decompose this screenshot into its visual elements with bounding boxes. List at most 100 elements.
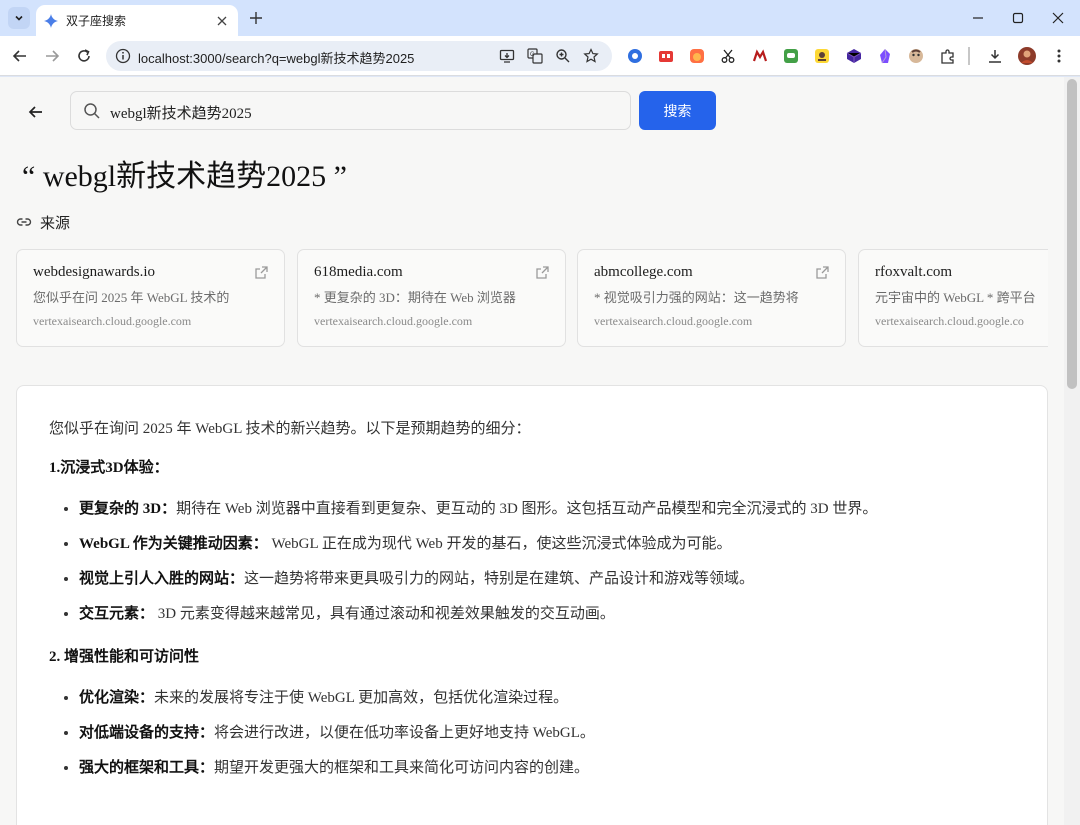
source-card-domain: vertexaisearch.cloud.google.com xyxy=(33,314,192,328)
list-item-text: 3D 元素变得越来越常见，具有通过滚动和视差效果触发的交互动画。 xyxy=(154,606,615,622)
extensions-puzzle-icon[interactable] xyxy=(939,47,957,65)
extension-red-icon[interactable] xyxy=(657,47,675,65)
source-card-title: rfoxvalt.com xyxy=(875,264,953,280)
forward-nav-button[interactable] xyxy=(41,45,63,67)
extension-scissors-icon[interactable] xyxy=(719,47,737,65)
arrow-left-icon xyxy=(28,106,42,118)
list-item-term: 对低端设备的支持： xyxy=(79,725,215,741)
list-item-text: 将会进行改进，以便在低功率设备上更好地支持 WebGL。 xyxy=(214,725,595,741)
title-query: webgl新技术趋势2025 xyxy=(42,160,327,193)
maximize-button[interactable] xyxy=(1008,8,1028,28)
list-item-text: 这一趋势将带来更具吸引力的网站，特别是在建筑、产品设计和游戏等领域。 xyxy=(244,571,755,587)
minimize-icon xyxy=(973,17,983,19)
list-item-text: WebGL 正在成为现代 Web 开发的基石，使这些沉浸式体验成为可能。 xyxy=(267,536,732,552)
source-card-snippet: 您似乎在问 2025 年 WebGL 技术的 xyxy=(33,290,230,305)
arrow-left-icon xyxy=(12,50,26,62)
site-info-icon[interactable] xyxy=(115,48,131,64)
link-icon xyxy=(16,218,32,226)
gemini-sparkle-icon xyxy=(44,13,58,28)
section-2-list: 优化渲染：未来的发展将专注于使 WebGL 更加高效，包括优化渲染过程。 对低端… xyxy=(49,687,1015,779)
source-card-snippet: * 更复杂的 3D：期待在 Web 浏览器 xyxy=(314,290,516,305)
list-item: 优化渲染：未来的发展将专注于使 WebGL 更加高效，包括优化渲染过程。 xyxy=(79,687,1015,709)
external-link-icon[interactable] xyxy=(815,265,830,280)
sources-header: 来源 xyxy=(16,212,70,232)
search-input[interactable]: webgl新技术趋势2025 xyxy=(70,91,631,130)
source-cards: webdesignawards.io 您似乎在问 2025 年 WebGL 技术… xyxy=(16,249,1048,349)
browser-menu-icon[interactable] xyxy=(1050,47,1068,65)
page-title: “ webgl新技术趋势2025 ” xyxy=(22,151,347,195)
extension-orange-icon[interactable] xyxy=(688,47,706,65)
tab-search-button[interactable] xyxy=(8,7,30,29)
install-app-icon[interactable] xyxy=(498,47,516,65)
source-card-snippet: * 视觉吸引力强的网站：这一趋势将 xyxy=(594,290,799,305)
list-item-term: 强大的框架和工具： xyxy=(79,760,215,776)
extension-blue-circle-icon[interactable] xyxy=(626,47,644,65)
extension-purple-cube-icon[interactable] xyxy=(845,47,863,65)
extension-yellow-icon[interactable] xyxy=(813,47,831,65)
download-icon[interactable] xyxy=(986,47,1004,65)
section-heading: 1.沉浸式3D体验： xyxy=(49,457,1015,479)
search-query-text[interactable]: webgl新技术趋势2025 xyxy=(110,102,252,123)
extension-green-chat-icon[interactable] xyxy=(782,47,800,65)
section-1-list: 更复杂的 3D：期待在 Web 浏览器中直接看到更复杂、更互动的 3D 图形。这… xyxy=(49,498,1015,625)
translate-icon[interactable]: G xyxy=(526,47,544,65)
list-item: 强大的框架和工具：期望开发更强大的框架和工具来简化可访问内容的创建。 xyxy=(79,757,1015,779)
reload-button[interactable] xyxy=(73,45,95,67)
tab-bar: 双子座搜索 xyxy=(0,0,1080,36)
list-item-term: 更复杂的 3D： xyxy=(79,501,177,517)
page-content: webgl新技术趋势2025 搜索 “ webgl新技术趋势2025 ” 来源 … xyxy=(0,77,1064,825)
external-link-icon[interactable] xyxy=(254,265,269,280)
tab-title: 双子座搜索 xyxy=(66,14,127,28)
source-card-snippet: 元宇宙中的 WebGL * 跨平台 xyxy=(875,290,1036,305)
answer-intro: 您似乎在询问 2025 年 WebGL 技术的新兴趋势。以下是预期趋势的细分： xyxy=(49,421,531,437)
source-card-title: 618media.com xyxy=(314,264,403,280)
source-card[interactable]: abmcollege.com * 视觉吸引力强的网站：这一趋势将 vertexa… xyxy=(577,249,846,347)
bookmark-star-icon[interactable] xyxy=(582,47,600,65)
zoom-icon[interactable] xyxy=(554,47,572,65)
url-text[interactable]: localhost:3000/search?q=webgl新技术趋势2025 xyxy=(138,48,414,67)
close-icon xyxy=(1052,12,1064,24)
address-bar[interactable]: localhost:3000/search?q=webgl新技术趋势2025 G xyxy=(106,41,612,71)
page-scrollbar[interactable] xyxy=(1064,77,1080,825)
arrow-right-icon xyxy=(46,50,60,62)
list-item-term: 交互元素： xyxy=(79,606,155,622)
source-card[interactable]: 618media.com * 更复杂的 3D：期待在 Web 浏览器 verte… xyxy=(297,249,566,347)
list-item: WebGL 作为关键推动因素： WebGL 正在成为现代 Web 开发的基石，使… xyxy=(79,533,1015,555)
list-item-text: 期望开发更强大的框架和工具来简化可访问内容的创建。 xyxy=(214,760,590,776)
search-button[interactable]: 搜索 xyxy=(639,91,716,130)
extension-obsidian-icon[interactable] xyxy=(876,47,894,65)
section-heading: 2. 增强性能和可访问性 xyxy=(49,646,1015,668)
list-item-term: 优化渲染： xyxy=(79,690,155,706)
back-nav-button[interactable] xyxy=(9,45,31,67)
source-card-domain: vertexaisearch.cloud.google.com xyxy=(594,314,753,328)
profile-avatar[interactable] xyxy=(1018,47,1036,65)
source-card[interactable]: rfoxvalt.com 元宇宙中的 WebGL * 跨平台 vertexais… xyxy=(858,249,1048,347)
source-card-domain: vertexaisearch.cloud.google.co xyxy=(875,314,1024,328)
close-tab-icon[interactable] xyxy=(214,13,230,29)
external-link-icon[interactable] xyxy=(535,265,550,280)
svg-text:G: G xyxy=(530,52,535,58)
plus-icon xyxy=(250,12,262,24)
list-item-term: WebGL 作为关键推动因素： xyxy=(79,536,268,552)
browser-tab[interactable]: 双子座搜索 xyxy=(36,5,238,36)
close-window-button[interactable] xyxy=(1048,8,1068,28)
scrollbar-thumb[interactable] xyxy=(1067,79,1077,389)
toolbar-divider xyxy=(968,47,970,65)
list-item: 交互元素： 3D 元素变得越来越常见，具有通过滚动和视差效果触发的交互动画。 xyxy=(79,603,1015,625)
list-item: 更复杂的 3D：期待在 Web 浏览器中直接看到更复杂、更互动的 3D 图形。这… xyxy=(79,498,1015,520)
chevron-down-icon xyxy=(15,15,23,21)
source-card-domain: vertexaisearch.cloud.google.com xyxy=(314,314,473,328)
extension-face-icon[interactable] xyxy=(907,47,925,65)
back-button[interactable] xyxy=(24,100,48,124)
answer-panel: 您似乎在询问 2025 年 WebGL 技术的新兴趋势。以下是预期趋势的细分： … xyxy=(16,385,1048,825)
new-tab-button[interactable] xyxy=(247,9,265,27)
list-item: 视觉上引人入胜的网站：这一趋势将带来更具吸引力的网站，特别是在建筑、产品设计和游… xyxy=(79,568,1015,590)
source-card[interactable]: webdesignawards.io 您似乎在问 2025 年 WebGL 技术… xyxy=(16,249,285,347)
search-icon xyxy=(84,103,100,119)
list-item-term: 视觉上引人入胜的网站： xyxy=(79,571,245,587)
browser-toolbar: localhost:3000/search?q=webgl新技术趋势2025 G xyxy=(0,36,1080,76)
maximize-icon xyxy=(1012,12,1024,24)
minimize-button[interactable] xyxy=(968,8,988,28)
source-card-title: webdesignawards.io xyxy=(33,264,156,280)
extension-mendeley-icon[interactable] xyxy=(751,47,769,65)
